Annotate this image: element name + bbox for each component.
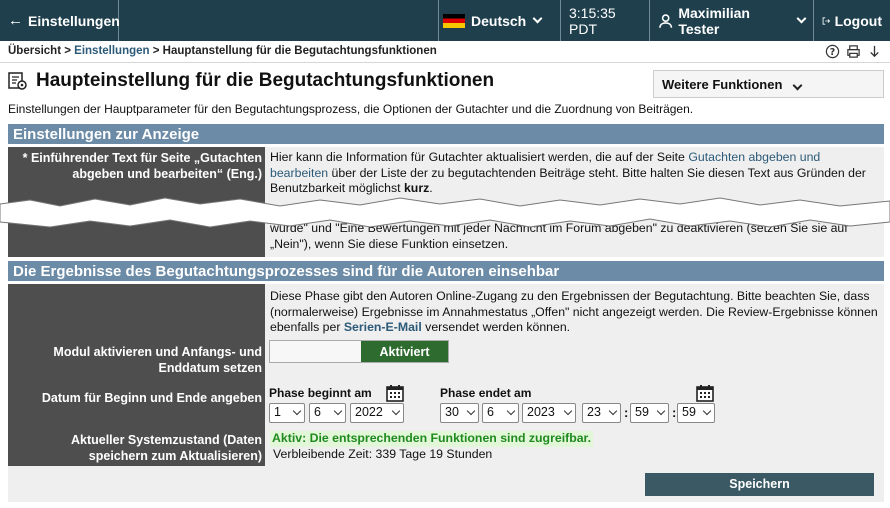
status-badge: Aktiv: Die entsprechenden Funktionen sin… (270, 431, 594, 447)
more-functions-label: Weitere Funktionen (662, 77, 783, 92)
chevron-down-icon (796, 13, 807, 24)
save-button[interactable]: Speichern (645, 473, 874, 496)
results-info-label (8, 284, 265, 338)
end-hour-select[interactable]: 23 (582, 403, 621, 423)
system-status: Aktiv: Die entsprechenden Funktionen sin… (265, 428, 884, 466)
logout-label: Logout (834, 12, 882, 29)
logout-icon (822, 16, 831, 25)
start-month-select[interactable]: 1 (269, 403, 305, 423)
end-month-select[interactable]: 6 (482, 403, 519, 423)
more-functions-dropdown[interactable]: Weitere Funktionen (653, 70, 884, 98)
breadcrumb: Übersicht > Einstellungen > Hauptanstell… (0, 41, 890, 63)
end-date-label: Phase endet am (440, 386, 532, 400)
screenshot-tear (0, 197, 890, 228)
chevron-down-icon (466, 406, 476, 416)
back-label: Einstellungen (28, 12, 120, 29)
back-to-settings-button[interactable]: ← Einstellungen (0, 0, 120, 41)
start-year-select[interactable]: 2022 (350, 403, 404, 423)
language-dropdown[interactable]: Deutsch (439, 0, 561, 41)
chevron-down-icon (656, 406, 666, 416)
breadcrumb-overview[interactable]: Übersicht (8, 45, 61, 57)
arrow-down-icon[interactable] (867, 44, 882, 59)
svg-text:?: ? (830, 47, 835, 58)
chevron-down-icon (532, 13, 543, 24)
results-info-text: Diese Phase gibt den Autoren Online-Zuga… (265, 284, 884, 338)
chevron-down-icon (702, 406, 712, 416)
start-day-select[interactable]: 6 (309, 403, 346, 423)
end-day-select[interactable]: 30 (440, 403, 479, 423)
user-name: Maximilian Tester (678, 4, 750, 37)
page-header: Haupteinstellung für die Begutachtungsfu… (8, 70, 494, 92)
serial-email-link[interactable]: Serien-E-Mail (344, 320, 422, 334)
breadcrumb-settings[interactable]: Einstellungen (74, 45, 149, 57)
module-activate-label: Modul aktivieren und Anfangs- und Enddat… (8, 338, 265, 382)
chevron-down-icon (391, 406, 401, 416)
user-menu[interactable]: Maximilian Tester (650, 0, 814, 41)
end-calendar-icon[interactable] (696, 384, 714, 402)
remaining-time: Verbleibende Zeit: 339 Tage 19 Stunden (273, 446, 493, 461)
chevron-down-icon (608, 406, 618, 416)
start-date-label: Phase beginnt am (269, 386, 372, 400)
start-calendar-icon[interactable] (386, 384, 404, 402)
toggle-state-label: Aktiviert (361, 341, 448, 362)
logout-button[interactable]: Logout (814, 0, 890, 41)
end-minute-select[interactable]: 59 (630, 403, 669, 423)
breadcrumb-current: Hauptanstellung für die Begutachtungsfun… (162, 45, 437, 57)
page-description: Einstellungen der Hauptparameter für den… (8, 102, 694, 116)
section-results-visible: Die Ergebnisse des Begutachtungsprozesse… (8, 261, 884, 281)
print-icon[interactable] (846, 44, 861, 59)
system-status-label: Aktueller Systemzustand (Daten speichern… (8, 428, 265, 466)
end-year-select[interactable]: 2023 (522, 403, 576, 423)
section-display-settings: Einstellungen zur Anzeige (8, 124, 884, 144)
dates-label: Datum für Beginn und Ende angeben (8, 382, 265, 428)
clock: 3:15:35 PDT (561, 0, 650, 41)
chevron-down-icon (506, 406, 516, 416)
settings-page-icon (8, 72, 27, 90)
german-flag-icon (443, 13, 465, 28)
module-activate-toggle[interactable]: Aktiviert (269, 340, 449, 363)
arrow-left-icon: ← (8, 12, 23, 29)
chevron-down-icon (333, 406, 343, 416)
user-icon (659, 13, 673, 28)
end-second-select[interactable]: 59 (677, 403, 715, 423)
help-icon[interactable]: ? (825, 44, 840, 59)
page-title: Haupteinstellung für die Begutachtungsfu… (36, 70, 495, 91)
chevron-down-icon (563, 406, 573, 416)
chevron-down-icon (292, 406, 302, 416)
language-label: Deutsch (471, 12, 527, 29)
chevron-down-icon (792, 80, 803, 91)
top-bar: ← Einstellungen Deutsch 3:15:35 PDT Maxi… (0, 0, 890, 41)
